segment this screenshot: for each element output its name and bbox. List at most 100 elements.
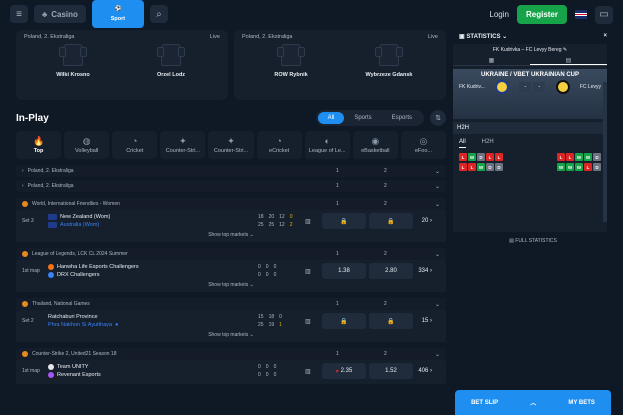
sport-efootball[interactable]: ◎ eFoo...: [400, 131, 446, 159]
statistics-header[interactable]: ▣ STATISTICS ⌄ ×: [453, 28, 613, 44]
league-header[interactable]: League of Legends, LCK CL 2024 Summer 1 2…: [16, 248, 446, 260]
sport-counter-strike[interactable]: ✦ Counter-Stri...: [160, 131, 206, 159]
inplay-tabs: All Sports Esports: [315, 110, 424, 126]
sport-ecricket[interactable]: ◔ eCricket: [256, 131, 302, 159]
statistics-label: STATISTICS: [466, 33, 501, 40]
match-row[interactable]: Set 3 New Zealand (Wom) Australia (Wom) …: [16, 210, 446, 242]
featured-card[interactable]: Poland, 2. Ekstraliga Live ROW Rybnik Wyb…: [234, 30, 446, 100]
search-icon[interactable]: ⌕: [149, 5, 168, 23]
sport-league-of-legends[interactable]: ◐ League of Le...: [304, 131, 350, 159]
match-row[interactable]: Set 2 Ratchaburi Province Phra Nakhon Si…: [16, 310, 446, 342]
more-markets-button[interactable]: 406 ›: [418, 368, 432, 374]
statistics-view-tabs: ▦ ▤: [453, 56, 607, 66]
tab-sports[interactable]: Sports: [344, 112, 381, 124]
jersey-icon: [59, 44, 87, 66]
chevron-down-icon[interactable]: ⌄: [435, 251, 440, 258]
close-icon[interactable]: ×: [603, 33, 607, 39]
lock-icon: 🔒: [387, 318, 395, 325]
league-header[interactable]: › Poland, 2. Ekstraliga 1 2 ⌄: [16, 165, 446, 177]
tab-all[interactable]: All: [459, 139, 466, 148]
language-flag-icon[interactable]: [575, 10, 587, 19]
tab-esports[interactable]: Esports: [382, 112, 422, 124]
featured-league: Poland, 2. Ekstraliga: [242, 34, 293, 40]
bet-slip-button[interactable]: BET SLIP: [471, 400, 498, 406]
show-top-markets[interactable]: Show top markets ⌄: [22, 332, 440, 340]
bet-slip-bar[interactable]: BET SLIP ︿ MY BETS: [455, 390, 611, 415]
field-view-icon[interactable]: ▦: [453, 56, 530, 65]
casino-button[interactable]: ♣ Casino: [34, 5, 86, 23]
more-markets-button[interactable]: 20 ›: [422, 218, 432, 224]
league-header[interactable]: Counter-Strike 2, United21 Season 18 1 2 ⌄: [16, 348, 446, 360]
pin-icon[interactable]: ✎: [563, 47, 567, 53]
stats-view-icon[interactable]: ▤: [530, 56, 607, 65]
match-row[interactable]: 1st map Hanwha Life Esports Challengers …: [16, 260, 446, 292]
h2h-header: H2H: [453, 122, 607, 134]
ebasketball-icon: ◉: [371, 136, 380, 146]
sport-label: Cricket: [126, 148, 144, 154]
stats-icon[interactable]: ▥: [305, 268, 311, 275]
league-header[interactable]: › Poland, 2. Ekstraliga 1 2 ⌄: [16, 180, 446, 192]
odd-button-home[interactable]: 1.38: [322, 263, 366, 279]
away-team: DRX Challengers: [57, 272, 100, 278]
chevron-down-icon[interactable]: ⌄: [435, 301, 440, 308]
match-row[interactable]: 1st map Team UNITY Revenant Esports 000 …: [16, 360, 446, 384]
stats-icon[interactable]: ▥: [305, 368, 311, 375]
menu-icon[interactable]: ≡: [10, 5, 28, 23]
chevron-down-icon[interactable]: ⌄: [435, 183, 440, 190]
my-bets-button[interactable]: MY BETS: [568, 400, 595, 406]
statistics-icon: ▤: [509, 238, 514, 244]
lock-icon: 🔒: [387, 218, 395, 225]
casino-label: Casino: [51, 9, 78, 19]
sport-label: eCricket: [269, 148, 290, 154]
chat-icon[interactable]: ▭: [595, 5, 613, 24]
league-header[interactable]: World, International Friendlies - Women …: [16, 198, 446, 210]
odd-button-home[interactable]: 🔒: [322, 213, 366, 229]
odd-button-away[interactable]: 2.80: [369, 263, 413, 279]
odd-button-home[interactable]: ▾ 2.35: [322, 363, 366, 379]
live-badge: Live: [427, 34, 438, 40]
sport-ebasketball[interactable]: ◉ eBasketball: [352, 131, 398, 159]
full-statistics-link[interactable]: ▤ FULL STATISTICS: [453, 238, 613, 244]
filter-icon[interactable]: ⇅: [430, 110, 446, 126]
more-markets-button[interactable]: 334 ›: [418, 268, 432, 274]
lock-icon: 🔒: [340, 218, 348, 225]
featured-card[interactable]: Poland, 2. Ekstraliga Live Wilki Krosno O…: [16, 30, 228, 100]
odd-button-away[interactable]: 🔒: [369, 213, 413, 229]
more-markets-button[interactable]: 15 ›: [422, 318, 432, 324]
sport-cricket[interactable]: ◔ Cricket: [112, 131, 158, 159]
sport-volleyball[interactable]: ◍ Volleyball: [64, 131, 110, 159]
stats-icon[interactable]: ▥: [305, 318, 311, 325]
register-button[interactable]: Register: [516, 5, 567, 24]
odd-button-home[interactable]: 🔒: [322, 313, 366, 329]
sport-ball-icon: [22, 201, 28, 207]
odd-button-away[interactable]: 🔒: [369, 313, 413, 329]
away-team: Phra Nakhon Si Ayutthaya: [48, 322, 113, 328]
league-header[interactable]: Thailand, National Games 1 2 ⌄: [16, 298, 446, 310]
odds-down-icon: ▾: [335, 368, 339, 375]
chevron-up-icon[interactable]: ︿: [530, 398, 536, 407]
away-team-short: FC Levyy: [579, 84, 601, 90]
tab-all[interactable]: All: [317, 112, 345, 124]
featured-league: Poland, 2. Ekstraliga: [24, 34, 75, 40]
sport-top[interactable]: 🔥 Top: [16, 131, 62, 159]
stats-icon[interactable]: ▥: [305, 218, 311, 225]
sport-counter-strike-2[interactable]: ✦ Counter-Stri...: [208, 131, 254, 159]
efootball-icon: ◎: [419, 136, 428, 146]
sport-label: eBasketball: [361, 148, 390, 154]
show-top-markets[interactable]: Show top markets ⌄: [22, 232, 440, 240]
match-period: 1st map: [22, 368, 40, 374]
volleyball-icon: ◍: [82, 136, 91, 146]
sport-button[interactable]: ⚽ Sport: [91, 0, 144, 28]
login-button[interactable]: Login: [489, 10, 509, 19]
counter-strike-icon: ✦: [227, 136, 235, 146]
sport-label: Sport: [110, 16, 126, 22]
away-team: Australia (Wom): [60, 222, 100, 228]
chevron-down-icon[interactable]: ⌄: [435, 201, 440, 208]
statistics-card: FK Kudrivka – FC Levyy Bereg ✎ ▦ ▤ UKRAI…: [453, 44, 607, 232]
chevron-down-icon[interactable]: ⌄: [435, 168, 440, 175]
odd-button-away[interactable]: 1.52: [369, 363, 413, 379]
tab-h2h[interactable]: H2H: [482, 139, 494, 148]
scrollbar[interactable]: [603, 82, 607, 222]
chevron-down-icon[interactable]: ⌄: [435, 351, 440, 358]
show-top-markets[interactable]: Show top markets ⌄: [22, 282, 440, 290]
